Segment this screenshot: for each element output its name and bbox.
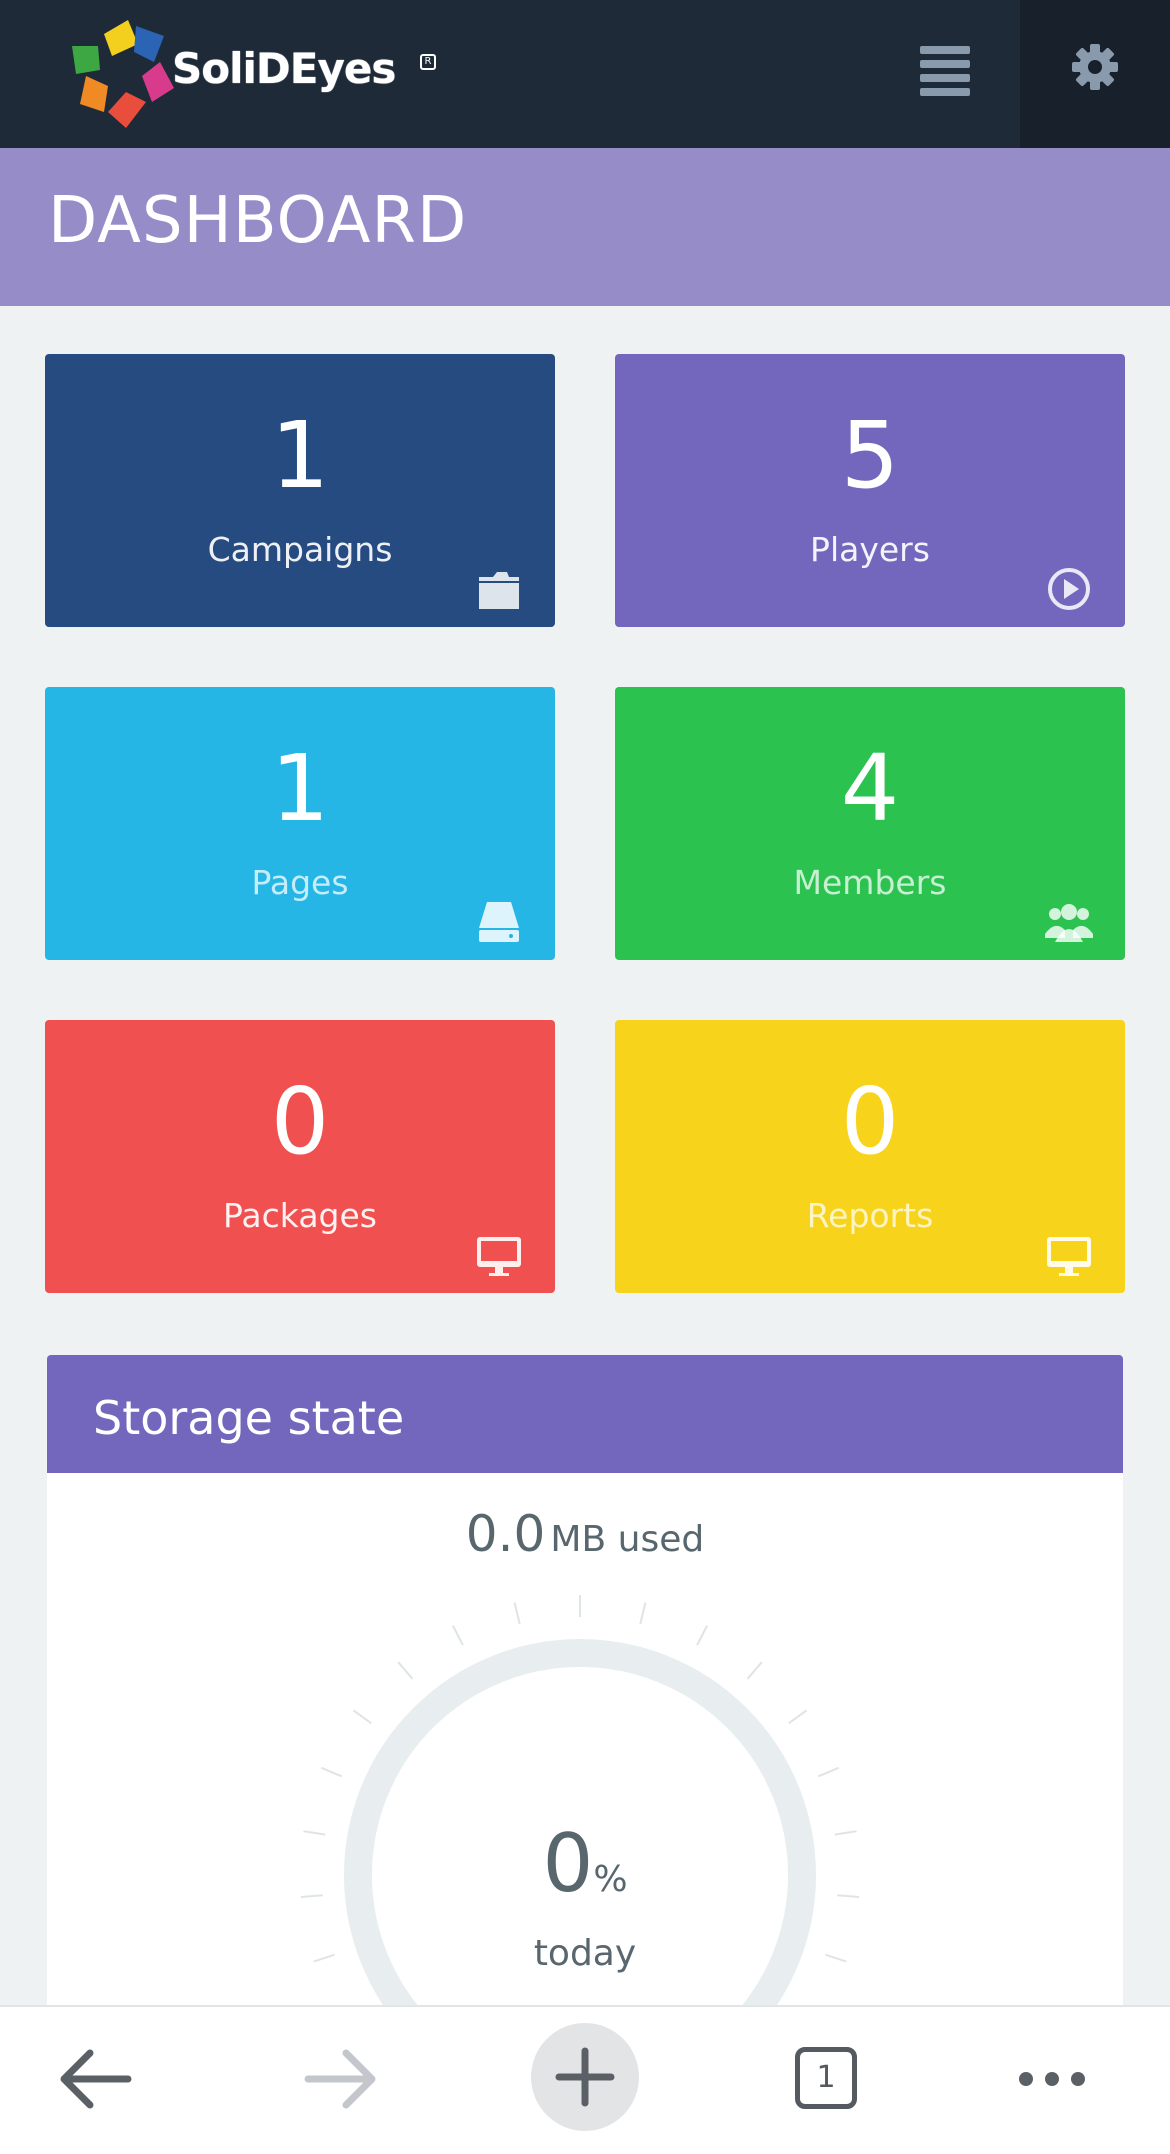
storage-panel: Storage state 0.0 MB used 0% today (47, 1355, 1123, 2115)
storage-used-unit: MB used (550, 1519, 705, 1560)
forward-button[interactable] (280, 2021, 400, 2137)
storage-used-value: 0.0 (465, 1505, 546, 1563)
folder-icon (479, 572, 519, 609)
brand-name: SoliDEyes (172, 44, 396, 93)
storage-percent-unit: % (593, 1859, 628, 1900)
tile-count: 5 (840, 402, 900, 509)
storage-title: Storage state (93, 1391, 405, 1445)
gauge-tick (817, 1766, 840, 1778)
browser-bottom-bar: 1 (0, 2005, 1170, 2154)
tile-count: 0 (840, 1068, 900, 1175)
registered-mark-icon: R (420, 54, 436, 70)
gear-icon (1072, 44, 1118, 90)
more-button[interactable] (1000, 2021, 1120, 2137)
more-dots-icon (1019, 2072, 1085, 2086)
gauge-tick (788, 1709, 808, 1725)
storage-percent-value: 0 (542, 1817, 594, 1910)
arrow-left-icon (60, 2049, 132, 2109)
hard-drive-icon (479, 902, 519, 942)
tile-label: Campaigns (207, 530, 393, 569)
gauge-tick (696, 1625, 709, 1646)
gauge-tick (513, 1602, 521, 1625)
gauge-tick (451, 1625, 464, 1646)
gauge-tick (746, 1661, 763, 1680)
top-navbar: SoliDEyes R (0, 0, 1170, 148)
storage-used: 0.0 MB used (47, 1505, 1123, 1563)
reports-tile[interactable]: 0 Reports (615, 1020, 1125, 1293)
tile-count: 4 (840, 735, 900, 842)
gauge-tick (352, 1709, 372, 1725)
tile-count: 0 (270, 1068, 330, 1175)
settings-button[interactable] (1020, 0, 1170, 148)
page-title: DASHBOARD (48, 184, 468, 258)
tab-switcher-button[interactable]: 1 (795, 2047, 857, 2109)
campaigns-tile[interactable]: 1 Campaigns (45, 354, 555, 627)
packages-tile[interactable]: 0 Packages (45, 1020, 555, 1293)
tile-label: Reports (806, 1196, 934, 1235)
pages-tile[interactable]: 1 Pages (45, 687, 555, 960)
back-button[interactable] (36, 2021, 156, 2137)
tile-label: Members (793, 863, 947, 902)
play-circle-icon (1048, 568, 1090, 610)
new-tab-button[interactable] (531, 2023, 639, 2131)
menu-button[interactable] (904, 40, 984, 108)
desktop-icon (1047, 1237, 1091, 1276)
page-header: DASHBOARD (0, 148, 1170, 306)
tile-label: Pages (251, 863, 349, 902)
storage-percent-label: today (533, 1933, 637, 1974)
plus-icon (555, 2047, 615, 2107)
tile-label: Packages (223, 1196, 377, 1235)
tile-label: Players (810, 530, 930, 569)
members-tile[interactable]: 4 Members (615, 687, 1125, 960)
storage-percent: 0% (47, 1817, 1123, 1910)
gauge-tick (320, 1766, 343, 1778)
users-icon (1045, 904, 1093, 942)
players-tile[interactable]: 5 Players (615, 354, 1125, 627)
list-icon (920, 46, 970, 96)
tile-count: 1 (270, 402, 330, 509)
gauge-tick (639, 1602, 647, 1625)
tile-count: 1 (270, 735, 330, 842)
solideyes-logo-icon[interactable] (64, 16, 184, 132)
desktop-icon (477, 1237, 521, 1276)
storage-panel-header: Storage state (47, 1355, 1123, 1473)
gauge-tick (397, 1661, 414, 1680)
arrow-right-icon (304, 2049, 376, 2109)
